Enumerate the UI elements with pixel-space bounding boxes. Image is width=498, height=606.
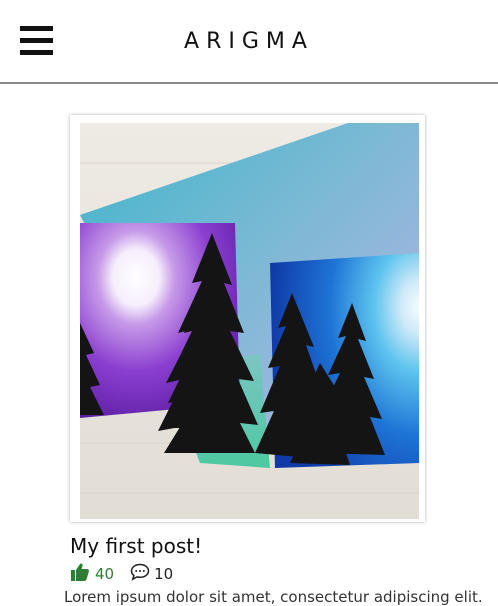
thumbs-up-icon xyxy=(70,562,90,587)
comment-count: 10 xyxy=(154,565,174,583)
post-image-card[interactable] xyxy=(70,115,425,522)
like-button[interactable]: 40 xyxy=(70,562,114,587)
speech-bubble-icon xyxy=(130,563,150,586)
post-title[interactable]: My first post! xyxy=(70,534,202,558)
comment-button[interactable]: 10 xyxy=(130,563,173,586)
brand-logo[interactable]: ARIGMA xyxy=(0,29,498,54)
post-stats: 40 10 xyxy=(70,562,173,586)
post-excerpt: Lorem ipsum dolor sit amet, consectetur … xyxy=(64,588,483,606)
post-image xyxy=(80,123,419,519)
top-bar: ARIGMA xyxy=(0,0,498,84)
like-count: 40 xyxy=(95,565,115,583)
